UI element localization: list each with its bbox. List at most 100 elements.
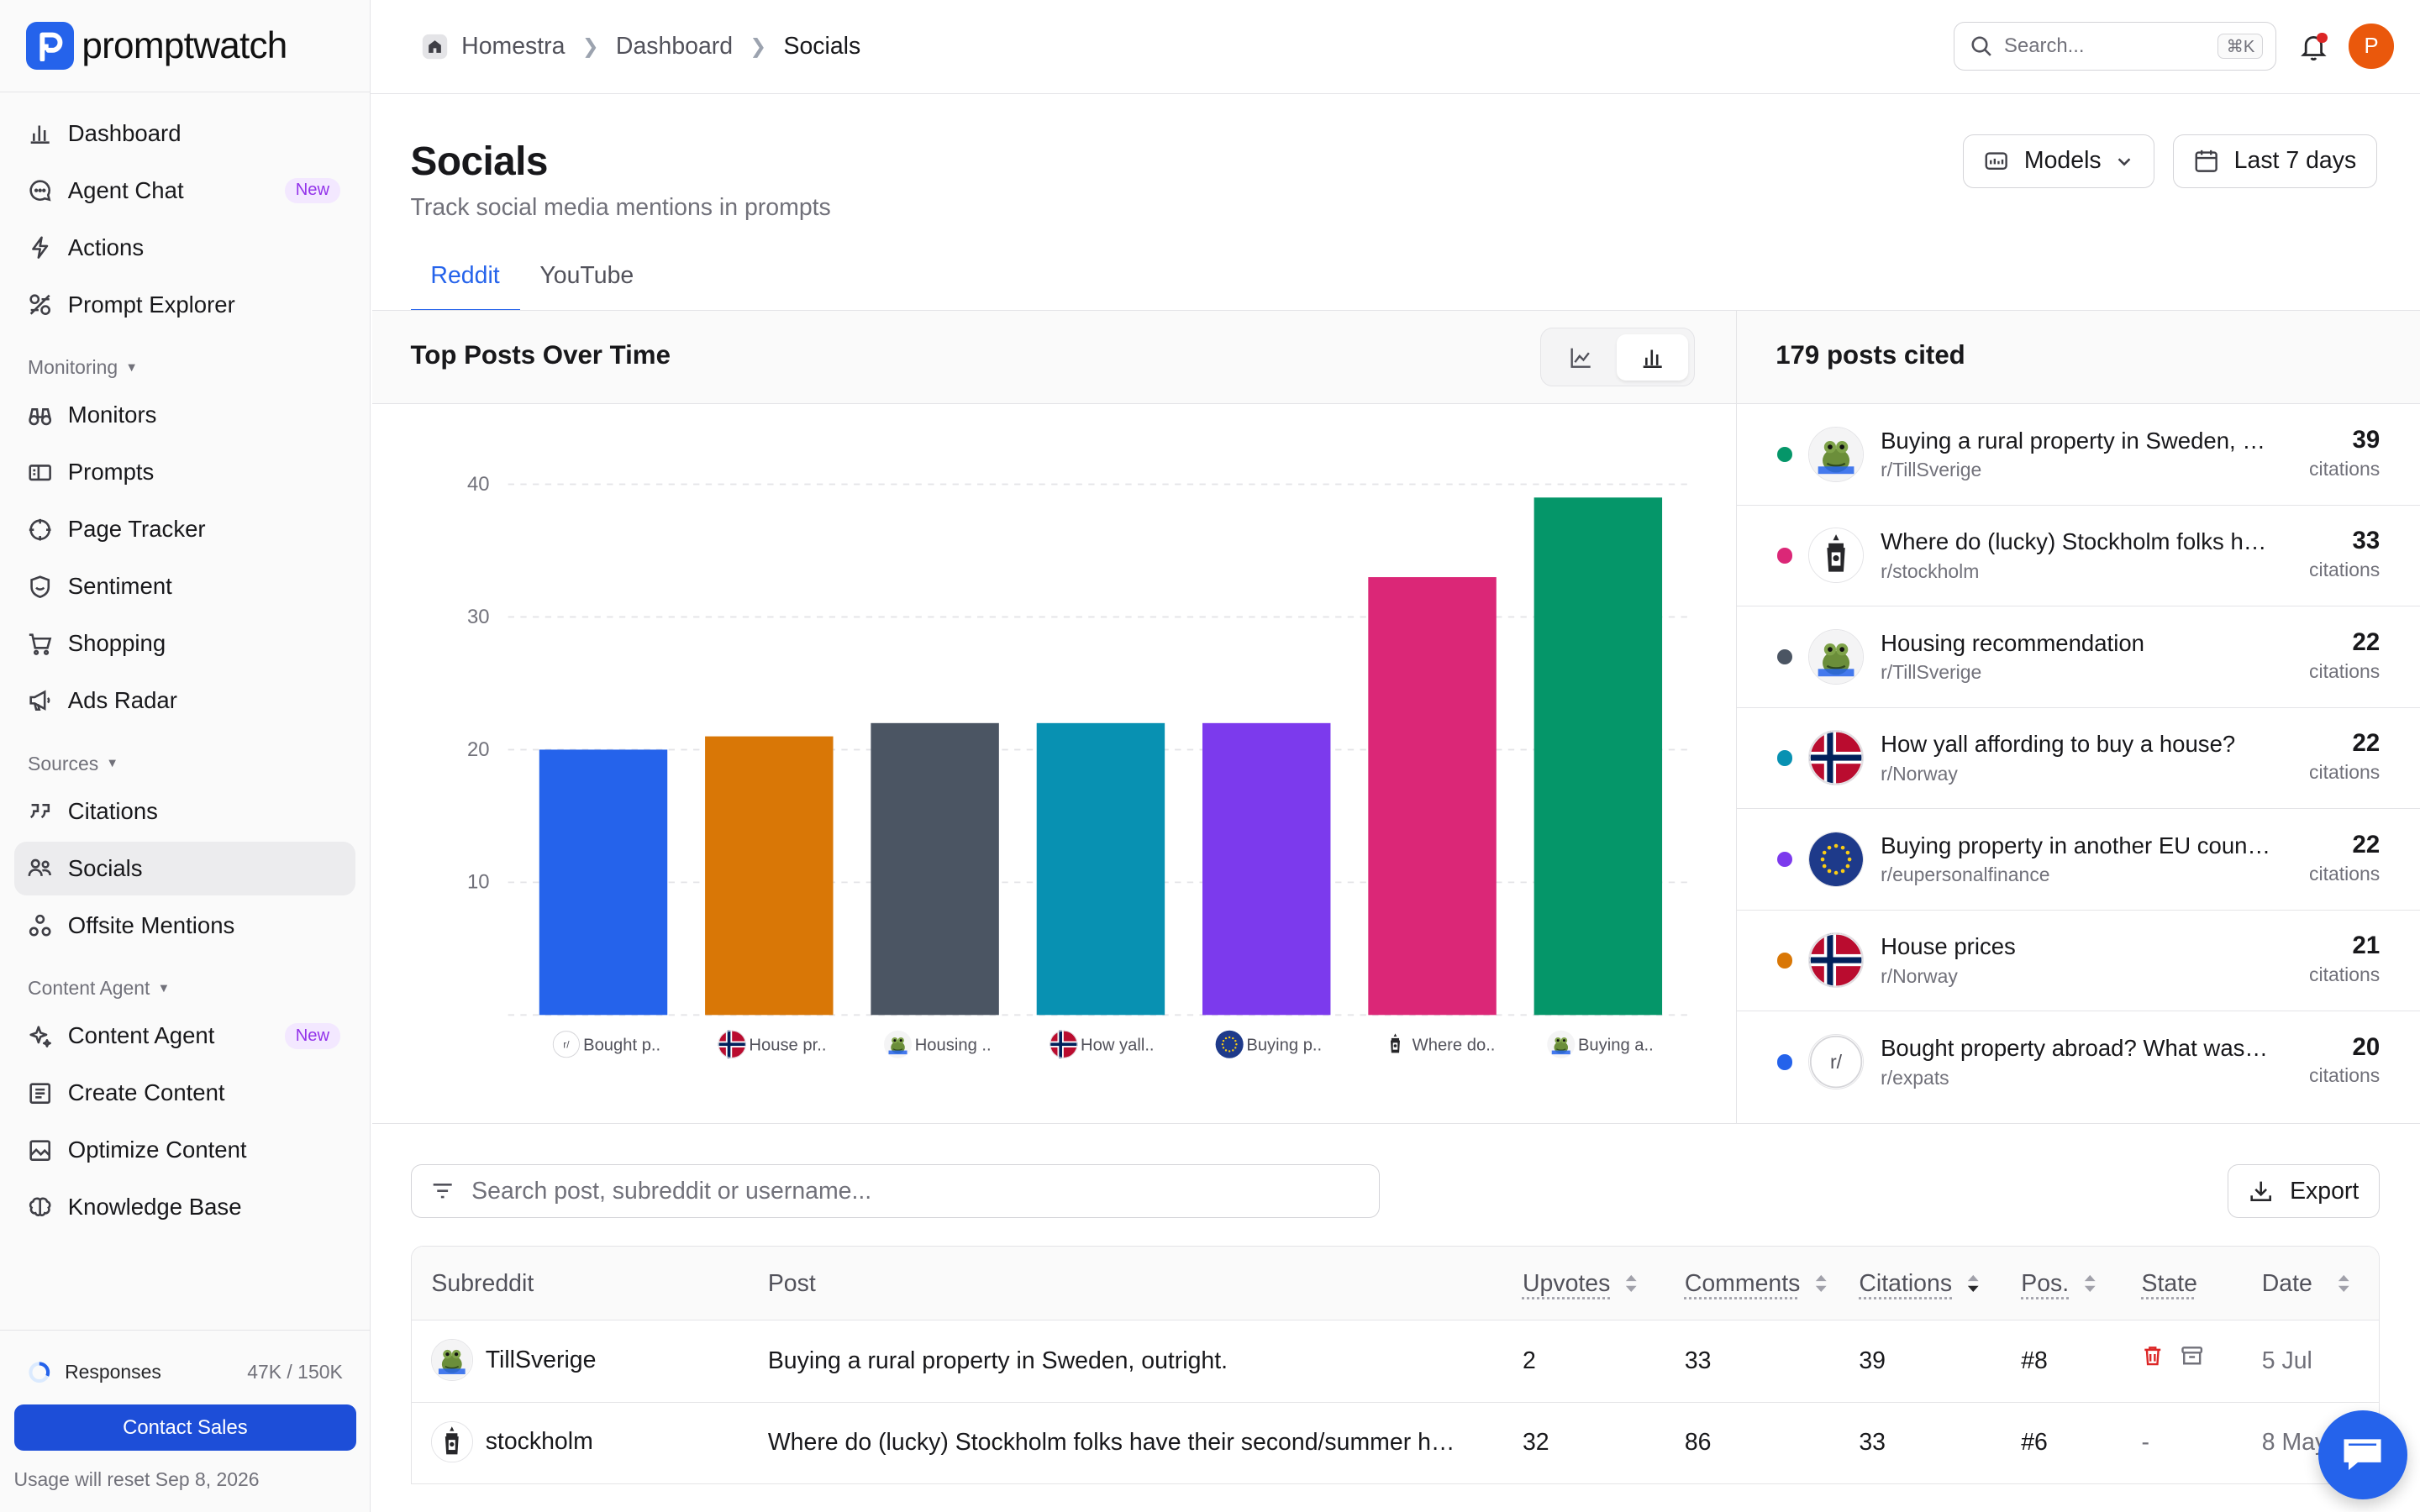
sidebar-item-shopping[interactable]: Shopping: [14, 617, 356, 670]
comments-cell: 33: [1684, 1347, 1712, 1374]
post-list-item[interactable]: Buying a rural property in Sweden, outri…: [1737, 404, 2420, 506]
table-search-input[interactable]: Search post, subreddit or username...: [410, 1163, 1380, 1219]
column-upvotes[interactable]: Upvotes: [1523, 1270, 1638, 1298]
tab-reddit[interactable]: Reddit: [410, 247, 520, 312]
section-monitoring[interactable]: Monitoring ▼: [28, 356, 370, 379]
sidebar-item-agent-chat[interactable]: Agent Chat New: [14, 164, 356, 218]
category-icon: [1215, 1030, 1244, 1058]
models-dropdown[interactable]: Models: [1963, 134, 2155, 189]
sidebar-item-dashboard[interactable]: Dashboard: [14, 107, 356, 160]
column-label: State: [2141, 1269, 2197, 1297]
sidebar-item-label: Page Tracker: [67, 516, 206, 543]
chart-bar: [1367, 577, 1497, 1016]
post-title-cell[interactable]: Where do (lucky) Stockholm folks have th…: [768, 1429, 1463, 1457]
brain-icon: [28, 1195, 52, 1220]
series-color-dot: [1777, 851, 1793, 868]
line-chart-toggle[interactable]: [1546, 334, 1617, 381]
table-row[interactable]: TillSverige Buying a rural property in S…: [411, 1320, 2380, 1403]
post-title: Where do (lucky) Stockholm folks have th…: [1881, 528, 2271, 555]
workspace-home-icon: [423, 34, 448, 60]
posts-table-section: Search post, subreddit or username... Ex…: [371, 1123, 2420, 1512]
column-citations[interactable]: Citations: [1859, 1270, 1980, 1298]
brand[interactable]: promptwatch: [0, 0, 370, 93]
user-avatar[interactable]: P: [2349, 24, 2394, 69]
sidebar-item-actions[interactable]: Actions: [14, 221, 356, 275]
search-shortcut: ⌘K: [2217, 33, 2264, 60]
table-row[interactable]: stockholm Where do (lucky) Stockholm fol…: [411, 1403, 2380, 1485]
post-list-item[interactable]: How yall affording to buy a house? r/Nor…: [1737, 708, 2420, 810]
x-tick-label: Where do..: [1412, 1037, 1495, 1055]
post-title-cell[interactable]: Buying a rural property in Sweden, outri…: [768, 1347, 1463, 1375]
responses-value: 47K / 150K: [247, 1361, 343, 1383]
sidebar-item-sentiment[interactable]: Sentiment: [14, 559, 356, 613]
post-list-item[interactable]: r/ Bought property abroad? What was it l…: [1737, 1011, 2420, 1112]
caret-down-icon: ▼: [106, 757, 118, 771]
date-range-label: Last 7 days: [2233, 147, 2357, 175]
sidebar-item-citations[interactable]: Citations: [14, 785, 356, 838]
archive-icon[interactable]: [2180, 1344, 2204, 1368]
sidebar-item-content-agent[interactable]: Content Agent New: [14, 1009, 356, 1063]
citation-count-value: 33: [2352, 527, 2381, 555]
bar-chart-toggle[interactable]: [1617, 333, 1688, 381]
sidebar-item-monitors[interactable]: Monitors: [14, 388, 356, 442]
column-date[interactable]: Date: [2262, 1270, 2351, 1298]
sidebar-item-create-content[interactable]: Create Content: [14, 1066, 356, 1120]
post-list-item[interactable]: Buying property in another EU country r/…: [1737, 809, 2420, 911]
section-content-agent[interactable]: Content Agent ▼: [28, 977, 370, 1000]
sidebar-item-socials[interactable]: Socials: [13, 841, 356, 895]
models-icon: [1984, 149, 2008, 173]
post-title: Buying property in another EU country: [1881, 832, 2271, 858]
y-tick-label: 10: [467, 871, 490, 894]
subreddit-cell[interactable]: stockholm: [431, 1420, 593, 1463]
sidebar-item-label: Prompts: [67, 459, 155, 486]
sidebar-item-prompts[interactable]: Prompts: [14, 445, 356, 499]
citation-count-unit: citations: [2309, 659, 2381, 682]
sidebar-item-offsite-mentions[interactable]: Offsite Mentions: [14, 899, 356, 953]
tab-youtube[interactable]: YouTube: [520, 247, 655, 312]
section-sources[interactable]: Sources ▼: [28, 753, 370, 775]
posts-list: Buying a rural property in Sweden, outri…: [1737, 404, 2420, 1112]
column-post[interactable]: Post: [768, 1270, 816, 1298]
subreddit-cell[interactable]: TillSverige: [431, 1339, 596, 1381]
sidebar-item-page-tracker[interactable]: Page Tracker: [14, 502, 356, 556]
sidebar-item-label: Content Agent: [67, 1022, 215, 1049]
column-position[interactable]: Pos.: [2021, 1270, 2096, 1298]
sidebar-nav: Dashboard Agent Chat New Actions Prompt …: [0, 92, 370, 1234]
explore-icon: [28, 292, 52, 317]
date-cell: 5 Jul: [2261, 1347, 2312, 1374]
breadcrumb-dashboard[interactable]: Dashboard: [616, 33, 733, 60]
comments-cell: 86: [1684, 1428, 1712, 1456]
chart-area: 10 20 30 40 r/Bought p.. House pr.. Housing ..…: [372, 404, 1737, 1123]
users-icon: [28, 856, 52, 880]
column-state[interactable]: State: [2141, 1270, 2196, 1298]
notifications-button[interactable]: [2298, 31, 2329, 62]
sidebar-item-prompt-explorer[interactable]: Prompt Explorer: [14, 278, 356, 332]
post-list-item[interactable]: Housing recommendation r/TillSverige 22 …: [1737, 606, 2420, 708]
sidebar-item-label: Monitors: [67, 402, 157, 428]
x-tick-label: Housing ..: [914, 1037, 991, 1055]
contact-sales-button[interactable]: Contact Sales: [13, 1404, 357, 1452]
x-tick-label: House pr..: [749, 1037, 826, 1055]
cart-icon: [28, 632, 52, 656]
frog-avatar-icon: [432, 1340, 472, 1380]
sidebar-item-label: Socials: [67, 854, 143, 881]
svg-text:r/: r/: [563, 1039, 570, 1051]
post-list-item[interactable]: Where do (lucky) Stockholm folks have th…: [1737, 506, 2420, 607]
post-list-item[interactable]: House prices r/Norway 21 citations: [1737, 911, 2420, 1012]
sidebar-item-ads-radar[interactable]: Ads Radar: [14, 674, 356, 727]
global-search-input[interactable]: Search... ⌘K: [1954, 21, 2277, 71]
export-button[interactable]: Export: [2227, 1163, 2381, 1219]
column-comments[interactable]: Comments: [1685, 1270, 1828, 1298]
lightning-icon: [28, 235, 52, 260]
sidebar-item-knowledge-base[interactable]: Knowledge Base: [14, 1180, 356, 1234]
chart-bar: [1036, 723, 1165, 1016]
date-range-picker[interactable]: Last 7 days: [2173, 134, 2378, 189]
sidebar-item-optimize-content[interactable]: Optimize Content: [14, 1123, 356, 1177]
new-badge: New: [284, 177, 340, 203]
citation-count: 33 citations: [2309, 527, 2380, 581]
usage-reset-note: Usage will reset Sep 8, 2026: [13, 1467, 260, 1490]
trash-icon[interactable]: [2141, 1344, 2165, 1368]
breadcrumb-workspace[interactable]: Homestra: [421, 33, 565, 60]
column-subreddit[interactable]: Subreddit: [431, 1270, 534, 1298]
support-chat-button[interactable]: [2317, 1410, 2408, 1500]
